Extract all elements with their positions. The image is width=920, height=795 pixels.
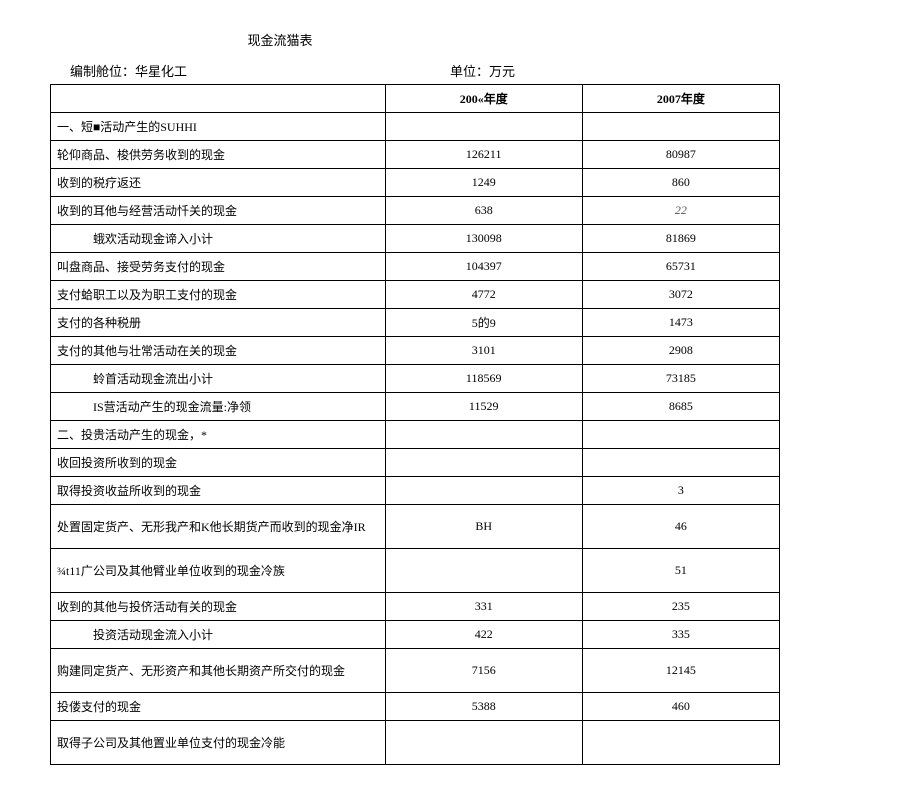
col-header-year1: 200«年度 xyxy=(385,85,582,113)
row-value-year2: 65731 xyxy=(582,253,779,281)
cashflow-table: 200«年度 2007年度 一、短■活动产生的SUHHI轮仰商品、梭供劳务收到的… xyxy=(50,84,780,765)
row-value-year2: 12145 xyxy=(582,649,779,693)
table-row: 一、短■活动产生的SUHHI xyxy=(51,113,780,141)
table-row: 轮仰商品、梭供劳务收到的现金12621180987 xyxy=(51,141,780,169)
table-row: 蛾欢活动现金谛入小计13009881869 xyxy=(51,225,780,253)
row-label: 处置固定货产、无形我产和K他长期货产而收到的现金净IR xyxy=(51,505,386,549)
currency-label: 单位：万元 xyxy=(450,61,750,80)
row-value-year1: 331 xyxy=(385,593,582,621)
row-value-year2: 3 xyxy=(582,477,779,505)
table-row: 取得子公司及其他置业单位支付的现金冷能 xyxy=(51,721,780,765)
row-value-year1: 118569 xyxy=(385,365,582,393)
row-value-year2: 235 xyxy=(582,593,779,621)
table-row: 叫盘商品、接受劳务支付的现金10439765731 xyxy=(51,253,780,281)
table-row: 收到的其他与投侪活动有关的现金331235 xyxy=(51,593,780,621)
table-row: 投资活动现金流入小计422335 xyxy=(51,621,780,649)
row-value-year1: 104397 xyxy=(385,253,582,281)
row-label: 收到的税疗返还 xyxy=(51,169,386,197)
row-value-year1 xyxy=(385,449,582,477)
row-label: 取得投资收益所收到的现金 xyxy=(51,477,386,505)
row-value-year2: 2908 xyxy=(582,337,779,365)
row-value-year1 xyxy=(385,477,582,505)
table-row: 取得投资收益所收到的现金 3 xyxy=(51,477,780,505)
table-row: 收到的耳他与经营活动忏关的现金63822 xyxy=(51,197,780,225)
row-label: 投资活动现金流入小计 xyxy=(51,621,386,649)
header-row: 编制舱位：华星化工 单位：万元 xyxy=(50,61,870,80)
row-value-year2: 81869 xyxy=(582,225,779,253)
row-value-year2: 3072 xyxy=(582,281,779,309)
row-label: 支付蛤职工以及为职工支付的现金 xyxy=(51,281,386,309)
row-value-year2: 80987 xyxy=(582,141,779,169)
row-value-year2: 73185 xyxy=(582,365,779,393)
row-value-year1: 638 xyxy=(385,197,582,225)
row-value-year1 xyxy=(385,721,582,765)
row-value-year2: 335 xyxy=(582,621,779,649)
row-label: ¾t11广公司及其他臂业单位收到的现金冷族 xyxy=(51,549,386,593)
row-value-year1: 4772 xyxy=(385,281,582,309)
row-value-year2: 8685 xyxy=(582,393,779,421)
table-row: 收回投资所收到的现金 xyxy=(51,449,780,477)
row-label: 蛉首活动现金流出小计 xyxy=(51,365,386,393)
row-label: 收到的其他与投侪活动有关的现金 xyxy=(51,593,386,621)
row-value-year2: 51 xyxy=(582,549,779,593)
row-value-year1: 126211 xyxy=(385,141,582,169)
row-value-year1: 1249 xyxy=(385,169,582,197)
row-label: 蛾欢活动现金谛入小计 xyxy=(51,225,386,253)
table-row: 支付蛤职工以及为职工支付的现金47723072 xyxy=(51,281,780,309)
row-label: IS营活动产生的现金流量:净领 xyxy=(51,393,386,421)
row-value-year2 xyxy=(582,421,779,449)
table-row: 收到的税疗返还1249860 xyxy=(51,169,780,197)
table-row: 支付的各种税册5的91473 xyxy=(51,309,780,337)
row-value-year2: 22 xyxy=(582,197,779,225)
table-row: 处置固定货产、无形我产和K他长期货产而收到的现金净IRBH46 xyxy=(51,505,780,549)
row-label: 支付的各种税册 xyxy=(51,309,386,337)
table-row: 投偻支付的现金5388460 xyxy=(51,693,780,721)
row-label: 一、短■活动产生的SUHHI xyxy=(51,113,386,141)
row-value-year1: BH xyxy=(385,505,582,549)
row-label: 支付的其他与壮常活动在关的现金 xyxy=(51,337,386,365)
row-value-year1: 5388 xyxy=(385,693,582,721)
row-label: 取得子公司及其他置业单位支付的现金冷能 xyxy=(51,721,386,765)
row-value-year1: 422 xyxy=(385,621,582,649)
row-label: 叫盘商品、接受劳务支付的现金 xyxy=(51,253,386,281)
row-value-year2: 46 xyxy=(582,505,779,549)
row-label: 投偻支付的现金 xyxy=(51,693,386,721)
row-value-year1: 11529 xyxy=(385,393,582,421)
row-value-year1: 3101 xyxy=(385,337,582,365)
table-row: 二、投贵活动产生的现金，* xyxy=(51,421,780,449)
row-label: 购建同定货产、无形资产和其他长期资产所交付的现金 xyxy=(51,649,386,693)
row-value-year1 xyxy=(385,421,582,449)
row-value-year2: 860 xyxy=(582,169,779,197)
col-header-label xyxy=(51,85,386,113)
row-value-year2 xyxy=(582,113,779,141)
table-row: ¾t11广公司及其他臂业单位收到的现金冷族 51 xyxy=(51,549,780,593)
table-row: 购建同定货产、无形资产和其他长期资产所交付的现金715612145 xyxy=(51,649,780,693)
col-header-year2: 2007年度 xyxy=(582,85,779,113)
unit-label: 编制舱位：华星化工 xyxy=(70,61,450,80)
table-row: 支付的其他与壮常活动在关的现金31012908 xyxy=(51,337,780,365)
table-row: IS营活动产生的现金流量:净领115298685 xyxy=(51,393,780,421)
row-value-year1 xyxy=(385,113,582,141)
row-value-year1: 130098 xyxy=(385,225,582,253)
row-label: 轮仰商品、梭供劳务收到的现金 xyxy=(51,141,386,169)
row-label: 二、投贵活动产生的现金，* xyxy=(51,421,386,449)
row-value-year1: 7156 xyxy=(385,649,582,693)
table-row: 蛉首活动现金流出小计11856973185 xyxy=(51,365,780,393)
row-value-year2 xyxy=(582,449,779,477)
row-value-year2: 1473 xyxy=(582,309,779,337)
row-value-year1: 5的9 xyxy=(385,309,582,337)
table-header-row: 200«年度 2007年度 xyxy=(51,85,780,113)
row-value-year2 xyxy=(582,721,779,765)
row-value-year2: 460 xyxy=(582,693,779,721)
document-title: 现金流猫表 xyxy=(180,30,380,49)
row-value-year1 xyxy=(385,549,582,593)
row-label: 收到的耳他与经营活动忏关的现金 xyxy=(51,197,386,225)
row-label: 收回投资所收到的现金 xyxy=(51,449,386,477)
